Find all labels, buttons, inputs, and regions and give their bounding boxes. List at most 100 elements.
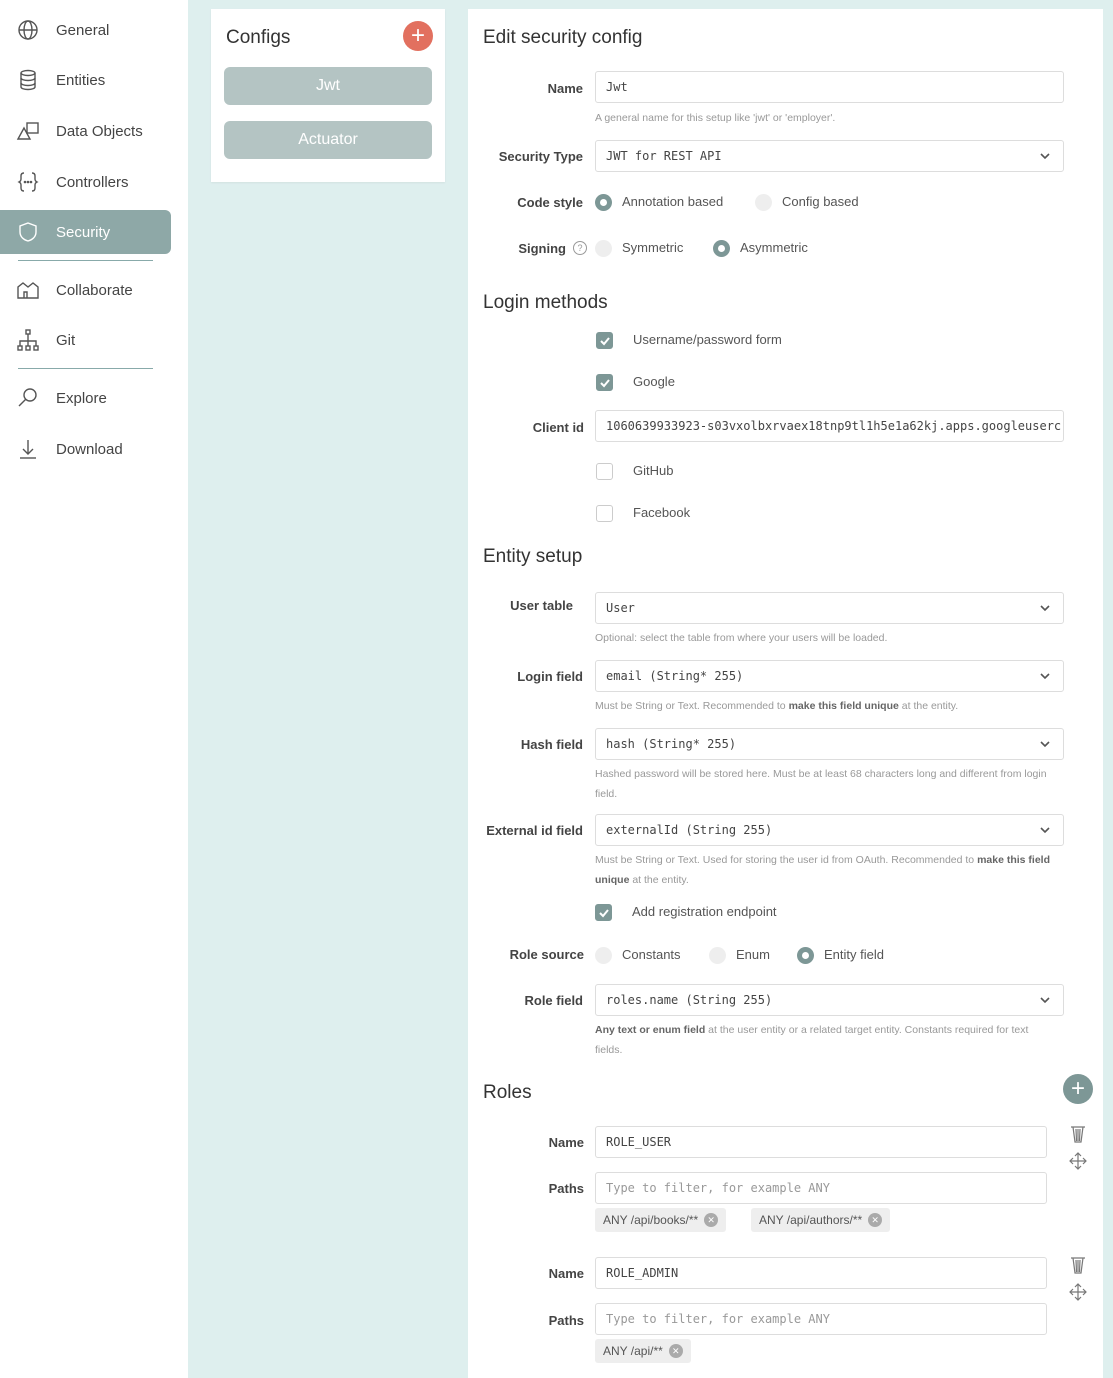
checkmark-icon bbox=[600, 337, 610, 346]
globe-icon bbox=[15, 17, 41, 43]
hash-field-select[interactable]: hash (String* 255) bbox=[595, 728, 1064, 760]
sidebar-item-collaborate[interactable]: Collaborate bbox=[0, 268, 171, 312]
path-tag: ANY /api/authors/** ✕ bbox=[751, 1208, 891, 1232]
sidebar-item-label: Download bbox=[56, 440, 123, 458]
configs-panel: Configs + Jwt Actuator bbox=[211, 9, 445, 182]
login-field-label: Login field bbox=[517, 669, 583, 684]
add-config-button[interactable]: + bbox=[403, 21, 433, 51]
role-source-constants-radio[interactable] bbox=[595, 947, 612, 964]
checkmark-icon bbox=[599, 909, 609, 918]
github-label: GitHub bbox=[633, 463, 674, 478]
user-table-help: Optional: select the table from where yo… bbox=[595, 632, 888, 644]
sidebar-item-label: Controllers bbox=[56, 173, 129, 191]
code-style-config-radio[interactable] bbox=[755, 194, 772, 211]
role-name-label: Name bbox=[548, 1135, 584, 1150]
hash-field-label: Hash field bbox=[520, 737, 583, 752]
role-paths-filter[interactable] bbox=[606, 1312, 1036, 1326]
login-field-select[interactable]: email (String* 255) bbox=[595, 660, 1064, 692]
sidebar-item-explore[interactable]: Explore bbox=[0, 376, 171, 420]
role-paths-input[interactable] bbox=[595, 1172, 1047, 1204]
role-name-field[interactable]: ROLE_ADMIN bbox=[595, 1257, 1047, 1289]
sidebar-item-data-objects[interactable]: Data Objects bbox=[0, 109, 171, 153]
shapes-icon bbox=[15, 118, 41, 144]
name-label: Name bbox=[547, 81, 583, 96]
chevron-down-icon bbox=[1039, 150, 1051, 162]
external-id-field-label: External id field bbox=[486, 823, 583, 838]
download-icon bbox=[15, 436, 41, 462]
sidebar-item-label: Git bbox=[56, 331, 76, 349]
move-icon[interactable] bbox=[1068, 1282, 1088, 1304]
sidebar-item-security[interactable]: Security bbox=[0, 210, 171, 254]
signing-symmetric-radio[interactable] bbox=[595, 240, 612, 257]
move-icon[interactable] bbox=[1068, 1151, 1088, 1173]
sidebar-item-download[interactable]: Download bbox=[0, 427, 171, 471]
role-name-value: ROLE_USER bbox=[606, 1135, 672, 1149]
client-id-field[interactable]: 1060639933923-s03vxolbxrvaex18tnp9tl1h5e… bbox=[595, 410, 1064, 442]
signing-label: Signing bbox=[518, 241, 566, 256]
role-source-entity-field-label: Entity field bbox=[824, 947, 884, 962]
sidebar-item-label: Explore bbox=[56, 389, 107, 407]
role-paths-input[interactable] bbox=[595, 1303, 1047, 1335]
configs-title: Configs bbox=[226, 27, 291, 48]
git-tree-icon bbox=[15, 327, 41, 353]
user-table-label: User table bbox=[510, 598, 573, 613]
add-role-button[interactable]: + bbox=[1063, 1074, 1093, 1104]
hash-field-help: Hashed password will be stored here. Mus… bbox=[595, 768, 1047, 800]
username-password-checkbox[interactable] bbox=[596, 332, 613, 349]
config-item-actuator[interactable]: Actuator bbox=[224, 121, 432, 159]
trash-icon[interactable] bbox=[1068, 1124, 1088, 1146]
sidebar-divider bbox=[18, 368, 153, 369]
chevron-down-icon bbox=[1039, 824, 1051, 836]
login-methods-title: Login methods bbox=[483, 292, 608, 313]
sidebar-item-label: Security bbox=[56, 223, 111, 241]
role-paths-filter[interactable] bbox=[606, 1181, 1036, 1195]
trash-icon[interactable] bbox=[1068, 1255, 1088, 1277]
role-source-enum-radio[interactable] bbox=[709, 947, 726, 964]
sidebar-item-controllers[interactable]: Controllers bbox=[0, 160, 171, 204]
chevron-down-icon bbox=[1039, 994, 1051, 1006]
sidebar-divider bbox=[18, 260, 153, 261]
name-field[interactable]: Jwt bbox=[595, 71, 1064, 103]
security-type-value: JWT for REST API bbox=[606, 149, 722, 163]
remove-tag-icon[interactable]: ✕ bbox=[704, 1213, 719, 1227]
google-checkbox[interactable] bbox=[596, 374, 613, 391]
code-style-annotation-label: Annotation based bbox=[622, 194, 724, 209]
roles-title: Roles bbox=[483, 1082, 532, 1103]
chevron-down-icon bbox=[1039, 602, 1051, 614]
security-type-select[interactable]: JWT for REST API bbox=[595, 140, 1064, 172]
role-source-constants-label: Constants bbox=[622, 947, 681, 962]
name-help: A general name for this setup like 'jwt'… bbox=[595, 112, 836, 124]
remove-tag-icon[interactable]: ✕ bbox=[868, 1213, 883, 1227]
sidebar: General Entities Data Objects Controller… bbox=[0, 0, 188, 1378]
role-source-label: Role source bbox=[509, 947, 584, 962]
path-tag: ANY /api/** ✕ bbox=[595, 1339, 691, 1363]
google-label: Google bbox=[633, 374, 675, 389]
facebook-label: Facebook bbox=[633, 505, 691, 520]
code-style-annotation-radio[interactable] bbox=[595, 194, 612, 211]
remove-tag-icon[interactable]: ✕ bbox=[668, 1344, 683, 1358]
facebook-checkbox[interactable] bbox=[596, 505, 613, 522]
external-id-field-select[interactable]: externalId (String 255) bbox=[595, 814, 1064, 846]
edit-security-config-panel: Edit security config Name Jwt A general … bbox=[468, 9, 1103, 1378]
role-field-select[interactable]: roles.name (String 255) bbox=[595, 984, 1064, 1016]
collaborate-icon bbox=[15, 277, 41, 303]
user-table-select[interactable]: User bbox=[595, 592, 1064, 624]
checkmark-icon bbox=[600, 379, 610, 388]
add-registration-checkbox[interactable] bbox=[595, 904, 612, 921]
role-name-field[interactable]: ROLE_USER bbox=[595, 1126, 1047, 1158]
role-field-label: Role field bbox=[524, 993, 583, 1008]
signing-asymmetric-radio[interactable] bbox=[713, 240, 730, 257]
signing-symmetric-label: Symmetric bbox=[622, 240, 684, 255]
sidebar-item-general[interactable]: General bbox=[0, 8, 171, 52]
sidebar-item-git[interactable]: Git bbox=[0, 318, 171, 362]
sidebar-item-label: Collaborate bbox=[56, 281, 133, 299]
help-circle-icon[interactable]: ? bbox=[573, 241, 587, 255]
github-checkbox[interactable] bbox=[596, 463, 613, 480]
sidebar-item-entities[interactable]: Entities bbox=[0, 58, 171, 102]
role-paths-label: Paths bbox=[548, 1181, 584, 1196]
signing-asymmetric-label: Asymmetric bbox=[740, 240, 808, 255]
login-field-help: Must be String or Text. Recommended to m… bbox=[595, 700, 959, 712]
config-item-jwt[interactable]: Jwt bbox=[224, 67, 432, 105]
role-paths-label: Paths bbox=[548, 1313, 584, 1328]
role-source-entity-field-radio[interactable] bbox=[797, 947, 814, 964]
